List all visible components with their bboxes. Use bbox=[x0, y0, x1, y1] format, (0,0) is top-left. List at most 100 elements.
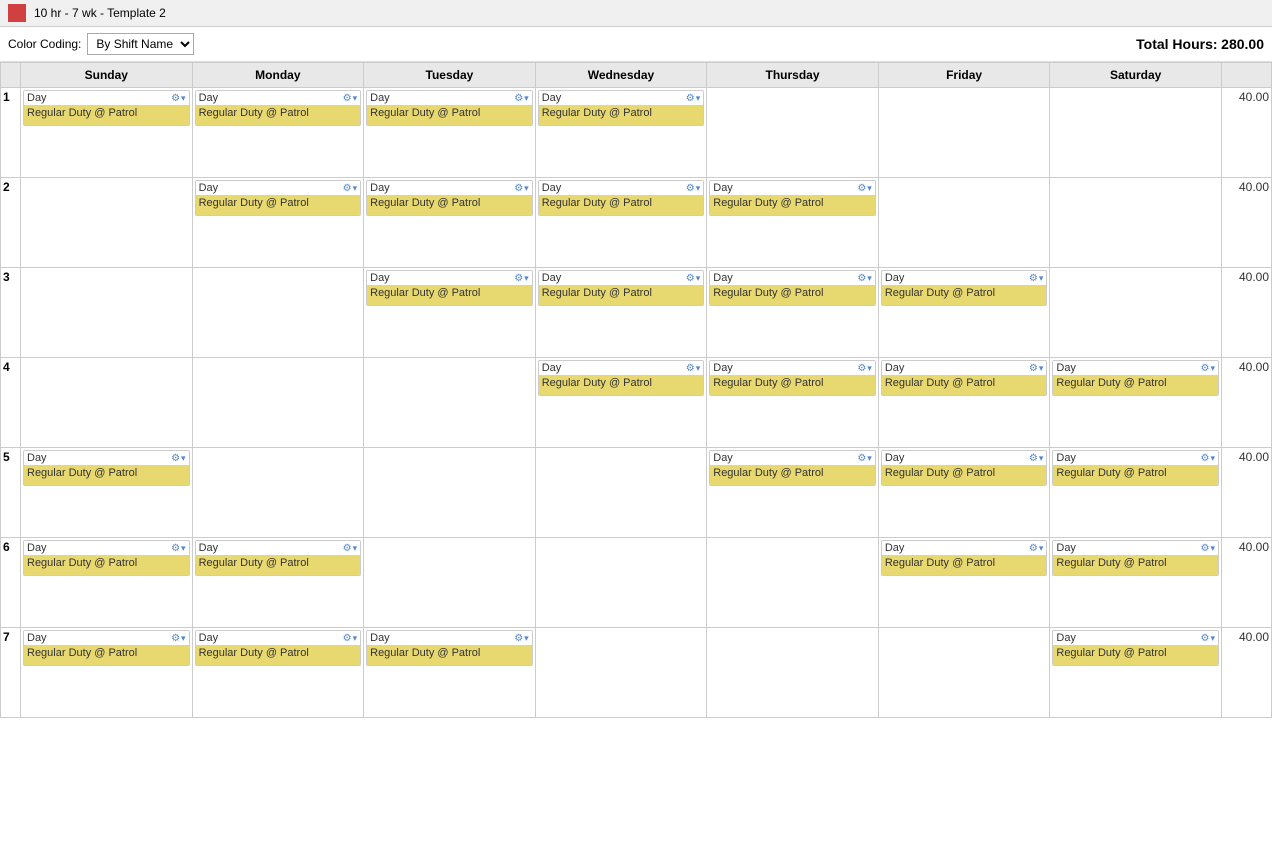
shift-gear-button[interactable]: ⚙▾ bbox=[1201, 633, 1216, 644]
week-5-wednesday[interactable] bbox=[535, 448, 707, 538]
week-1-thursday[interactable] bbox=[707, 88, 879, 178]
week-3-saturday[interactable] bbox=[1050, 268, 1222, 358]
week-3-friday[interactable]: Day⚙▾Regular Duty @ Patrol bbox=[878, 268, 1050, 358]
week-1-wednesday[interactable]: Day⚙▾Regular Duty @ Patrol bbox=[535, 88, 707, 178]
shift-gear-button[interactable]: ⚙▾ bbox=[857, 363, 872, 374]
app-icon bbox=[8, 4, 26, 22]
week-6-thursday[interactable] bbox=[707, 538, 879, 628]
shift-gear-button[interactable]: ⚙▾ bbox=[686, 93, 701, 104]
week-1-monday[interactable]: Day⚙▾Regular Duty @ Patrol bbox=[192, 88, 364, 178]
week-7-thursday[interactable] bbox=[707, 628, 879, 718]
shift-block: Day⚙▾Regular Duty @ Patrol bbox=[366, 180, 533, 216]
week-2-sunday[interactable] bbox=[21, 178, 193, 268]
week-2-saturday[interactable] bbox=[1050, 178, 1222, 268]
shift-gear-button[interactable]: ⚙▾ bbox=[1201, 543, 1216, 554]
week-6-wednesday[interactable] bbox=[535, 538, 707, 628]
week-4-sunday[interactable] bbox=[21, 358, 193, 448]
week-7-monday[interactable]: Day⚙▾Regular Duty @ Patrol bbox=[192, 628, 364, 718]
week-2-friday[interactable] bbox=[878, 178, 1050, 268]
chevron-down-icon: ▾ bbox=[1039, 363, 1044, 374]
shift-block: Day⚙▾Regular Duty @ Patrol bbox=[709, 270, 876, 306]
week-2-wednesday[interactable]: Day⚙▾Regular Duty @ Patrol bbox=[535, 178, 707, 268]
week-6-monday[interactable]: Day⚙▾Regular Duty @ Patrol bbox=[192, 538, 364, 628]
shift-name-label: Day bbox=[713, 362, 733, 374]
shift-gear-button[interactable]: ⚙▾ bbox=[171, 453, 186, 464]
chevron-down-icon: ▾ bbox=[181, 543, 186, 554]
week-1-saturday[interactable] bbox=[1050, 88, 1222, 178]
shift-header: Day⚙▾ bbox=[24, 451, 189, 465]
shift-block: Day⚙▾Regular Duty @ Patrol bbox=[881, 450, 1048, 486]
shift-gear-button[interactable]: ⚙▾ bbox=[514, 633, 529, 644]
shift-gear-button[interactable]: ⚙▾ bbox=[514, 93, 529, 104]
week-5-thursday[interactable]: Day⚙▾Regular Duty @ Patrol bbox=[707, 448, 879, 538]
shift-gear-button[interactable]: ⚙▾ bbox=[514, 273, 529, 284]
week-7-tuesday[interactable]: Day⚙▾Regular Duty @ Patrol bbox=[364, 628, 536, 718]
shift-gear-button[interactable]: ⚙▾ bbox=[343, 183, 358, 194]
week-3-tuesday[interactable]: Day⚙▾Regular Duty @ Patrol bbox=[364, 268, 536, 358]
chevron-down-icon: ▾ bbox=[181, 633, 186, 644]
shift-gear-button[interactable]: ⚙▾ bbox=[343, 543, 358, 554]
week-3-wednesday[interactable]: Day⚙▾Regular Duty @ Patrol bbox=[535, 268, 707, 358]
week-1-friday[interactable] bbox=[878, 88, 1050, 178]
shift-gear-button[interactable]: ⚙▾ bbox=[171, 633, 186, 644]
week-2-monday[interactable]: Day⚙▾Regular Duty @ Patrol bbox=[192, 178, 364, 268]
week-6-saturday[interactable]: Day⚙▾Regular Duty @ Patrol bbox=[1050, 538, 1222, 628]
week-3-sunday[interactable] bbox=[21, 268, 193, 358]
gear-icon: ⚙ bbox=[343, 93, 352, 104]
week-5-monday[interactable] bbox=[192, 448, 364, 538]
week-6-friday[interactable]: Day⚙▾Regular Duty @ Patrol bbox=[878, 538, 1050, 628]
shift-gear-button[interactable]: ⚙▾ bbox=[171, 93, 186, 104]
week-4-monday[interactable] bbox=[192, 358, 364, 448]
shift-gear-button[interactable]: ⚙▾ bbox=[343, 93, 358, 104]
week-7-sunday[interactable]: Day⚙▾Regular Duty @ Patrol bbox=[21, 628, 193, 718]
shift-gear-button[interactable]: ⚙▾ bbox=[686, 273, 701, 284]
week-4-thursday[interactable]: Day⚙▾Regular Duty @ Patrol bbox=[707, 358, 879, 448]
shift-gear-button[interactable]: ⚙▾ bbox=[1201, 453, 1216, 464]
shift-gear-button[interactable]: ⚙▾ bbox=[343, 633, 358, 644]
titlebar: 10 hr - 7 wk - Template 2 bbox=[0, 0, 1272, 27]
shift-gear-button[interactable]: ⚙▾ bbox=[514, 183, 529, 194]
week-5-tuesday[interactable] bbox=[364, 448, 536, 538]
week-4-friday[interactable]: Day⚙▾Regular Duty @ Patrol bbox=[878, 358, 1050, 448]
shift-gear-button[interactable]: ⚙▾ bbox=[686, 363, 701, 374]
shift-duty-label: Regular Duty @ Patrol bbox=[196, 105, 361, 125]
week-7-friday[interactable] bbox=[878, 628, 1050, 718]
shift-gear-button[interactable]: ⚙▾ bbox=[857, 183, 872, 194]
shift-gear-button[interactable]: ⚙▾ bbox=[1201, 363, 1216, 374]
total-hours-value: 280.00 bbox=[1221, 36, 1264, 52]
week-1-sunday[interactable]: Day⚙▾Regular Duty @ Patrol bbox=[21, 88, 193, 178]
shift-gear-button[interactable]: ⚙▾ bbox=[1029, 363, 1044, 374]
calendar-wrapper: Sunday Monday Tuesday Wednesday Thursday… bbox=[0, 62, 1272, 847]
shift-duty-label: Regular Duty @ Patrol bbox=[367, 195, 532, 215]
week-4-saturday[interactable]: Day⚙▾Regular Duty @ Patrol bbox=[1050, 358, 1222, 448]
week-7-saturday[interactable]: Day⚙▾Regular Duty @ Patrol bbox=[1050, 628, 1222, 718]
color-coding-select[interactable]: By Shift Name By Position By Employee bbox=[87, 33, 194, 55]
week-5-friday[interactable]: Day⚙▾Regular Duty @ Patrol bbox=[878, 448, 1050, 538]
week-6-sunday[interactable]: Day⚙▾Regular Duty @ Patrol bbox=[21, 538, 193, 628]
shift-name-label: Day bbox=[199, 542, 219, 554]
shift-duty-label: Regular Duty @ Patrol bbox=[1053, 465, 1218, 485]
week-5-sunday[interactable]: Day⚙▾Regular Duty @ Patrol bbox=[21, 448, 193, 538]
shift-gear-button[interactable]: ⚙▾ bbox=[686, 183, 701, 194]
week-5-saturday[interactable]: Day⚙▾Regular Duty @ Patrol bbox=[1050, 448, 1222, 538]
shift-header: Day⚙▾ bbox=[539, 91, 704, 105]
shift-gear-button[interactable]: ⚙▾ bbox=[857, 453, 872, 464]
shift-gear-button[interactable]: ⚙▾ bbox=[857, 273, 872, 284]
shift-header: Day⚙▾ bbox=[882, 361, 1047, 375]
shift-gear-button[interactable]: ⚙▾ bbox=[171, 543, 186, 554]
header-sunday: Sunday bbox=[21, 63, 193, 88]
week-2-thursday[interactable]: Day⚙▾Regular Duty @ Patrol bbox=[707, 178, 879, 268]
week-3-thursday[interactable]: Day⚙▾Regular Duty @ Patrol bbox=[707, 268, 879, 358]
week-3-monday[interactable] bbox=[192, 268, 364, 358]
shift-gear-button[interactable]: ⚙▾ bbox=[1029, 453, 1044, 464]
week-4-tuesday[interactable] bbox=[364, 358, 536, 448]
shift-gear-button[interactable]: ⚙▾ bbox=[1029, 273, 1044, 284]
week-6-tuesday[interactable] bbox=[364, 538, 536, 628]
week-4-wednesday[interactable]: Day⚙▾Regular Duty @ Patrol bbox=[535, 358, 707, 448]
week-1-tuesday[interactable]: Day⚙▾Regular Duty @ Patrol bbox=[364, 88, 536, 178]
week-row-4: 4Day⚙▾Regular Duty @ PatrolDay⚙▾Regular … bbox=[1, 358, 1272, 448]
week-2-tuesday[interactable]: Day⚙▾Regular Duty @ Patrol bbox=[364, 178, 536, 268]
shift-gear-button[interactable]: ⚙▾ bbox=[1029, 543, 1044, 554]
week-7-wednesday[interactable] bbox=[535, 628, 707, 718]
shift-block: Day⚙▾Regular Duty @ Patrol bbox=[195, 630, 362, 666]
